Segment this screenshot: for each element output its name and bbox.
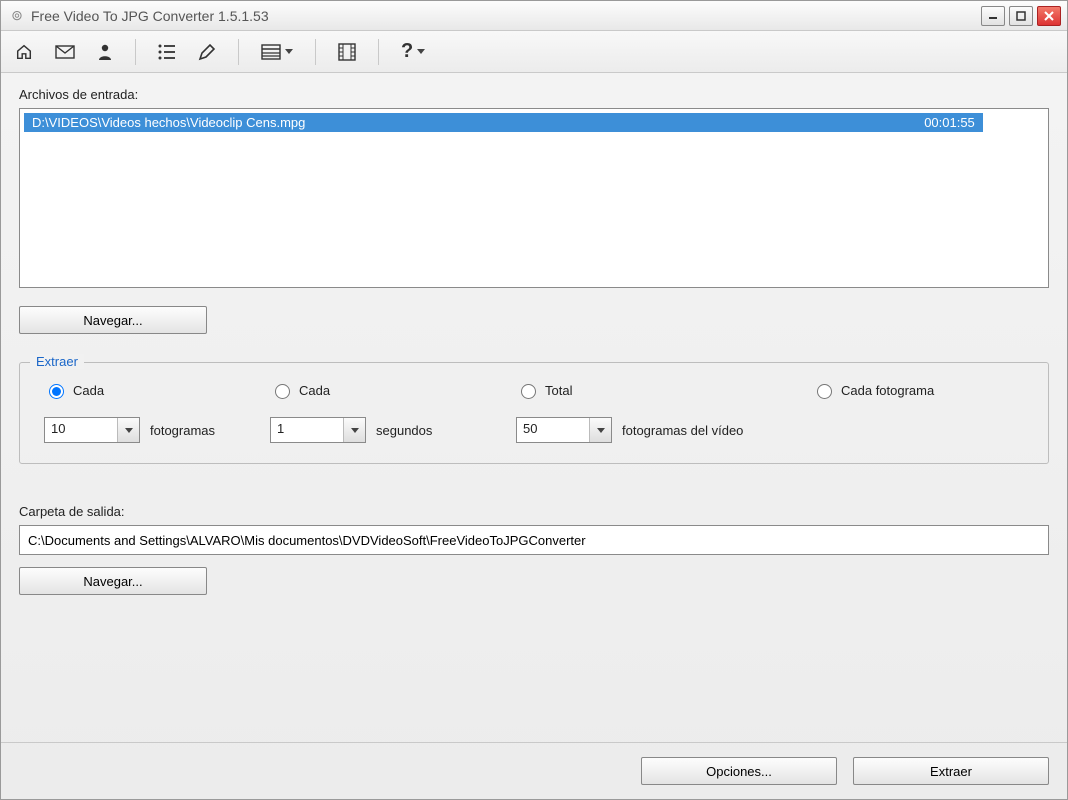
output-folder-input[interactable] xyxy=(19,525,1049,555)
output-section: Carpeta de salida: Navegar... xyxy=(19,504,1049,595)
view-dropdown[interactable] xyxy=(261,44,293,60)
extract-fieldset: Extraer Cada Cada xyxy=(19,362,1049,464)
radio-every-frame[interactable]: Cada fotograma xyxy=(812,381,934,399)
radio-label: Cada xyxy=(73,383,104,398)
browse-input-button[interactable]: Navegar... xyxy=(19,306,207,334)
output-folder-label: Carpeta de salida: xyxy=(19,504,1049,519)
chevron-down-icon xyxy=(589,418,611,442)
unit-label: fotogramas xyxy=(150,423,215,438)
chevron-down-icon xyxy=(117,418,139,442)
frames-combo[interactable]: 10 xyxy=(44,417,140,443)
radio-input[interactable] xyxy=(817,384,832,399)
unit-label: segundos xyxy=(376,423,432,438)
toolbar-separator xyxy=(315,39,316,65)
radio-label: Cada xyxy=(299,383,330,398)
close-button[interactable] xyxy=(1037,6,1061,26)
radio-input[interactable] xyxy=(521,384,536,399)
app-window: ⊚ Free Video To JPG Converter 1.5.1.53 xyxy=(0,0,1068,800)
minimize-button[interactable] xyxy=(981,6,1005,26)
app-icon: ⊚ xyxy=(9,8,25,24)
toolbar-separator xyxy=(378,39,379,65)
home-icon[interactable] xyxy=(15,43,33,61)
unit-label: fotogramas del vídeo xyxy=(622,423,743,438)
radio-every-frames[interactable]: Cada xyxy=(44,381,104,399)
file-duration: 00:01:55 xyxy=(924,115,975,130)
window-controls xyxy=(981,6,1061,26)
extract-radio-row: Cada Cada Total xyxy=(44,381,1024,399)
help-icon: ? xyxy=(401,40,413,63)
radio-every-seconds[interactable]: Cada xyxy=(270,381,330,399)
user-icon[interactable] xyxy=(97,43,113,61)
radio-label: Cada fotograma xyxy=(841,383,934,398)
radio-total[interactable]: Total xyxy=(516,381,572,399)
maximize-button[interactable] xyxy=(1009,6,1033,26)
chevron-down-icon xyxy=(343,418,365,442)
toolbar-separator xyxy=(238,39,239,65)
extract-legend: Extraer xyxy=(30,354,84,369)
total-combo[interactable]: 50 xyxy=(516,417,612,443)
seconds-combo[interactable]: 1 xyxy=(270,417,366,443)
window-title: Free Video To JPG Converter 1.5.1.53 xyxy=(31,8,981,24)
options-button[interactable]: Opciones... xyxy=(641,757,837,785)
combo-value: 10 xyxy=(45,418,117,442)
chevron-down-icon xyxy=(417,49,425,54)
extract-values-row: 10 fotogramas 1 segundos 50 xyxy=(44,417,1024,443)
help-dropdown[interactable]: ? xyxy=(401,40,425,63)
radio-label: Total xyxy=(545,383,572,398)
combo-value: 1 xyxy=(271,418,343,442)
browse-output-button[interactable]: Navegar... xyxy=(19,567,207,595)
input-files-label: Archivos de entrada: xyxy=(19,87,1049,102)
radio-input[interactable] xyxy=(49,384,64,399)
content-area: Archivos de entrada: D:\VIDEOS\Videos he… xyxy=(1,73,1067,742)
chevron-down-icon xyxy=(285,49,293,54)
film-icon[interactable] xyxy=(338,43,356,61)
mail-icon[interactable] xyxy=(55,45,75,59)
toolbar: ? xyxy=(1,31,1067,73)
titlebar: ⊚ Free Video To JPG Converter 1.5.1.53 xyxy=(1,1,1067,31)
extract-button[interactable]: Extraer xyxy=(853,757,1049,785)
radio-input[interactable] xyxy=(275,384,290,399)
combo-value: 50 xyxy=(517,418,589,442)
edit-icon[interactable] xyxy=(198,43,216,61)
input-files-list[interactable]: D:\VIDEOS\Videos hechos\Videoclip Cens.m… xyxy=(19,108,1049,288)
toolbar-separator xyxy=(135,39,136,65)
list-icon[interactable] xyxy=(158,44,176,60)
list-item[interactable]: D:\VIDEOS\Videos hechos\Videoclip Cens.m… xyxy=(24,113,983,132)
file-path: D:\VIDEOS\Videos hechos\Videoclip Cens.m… xyxy=(32,115,924,130)
footer: Opciones... Extraer xyxy=(1,742,1067,799)
